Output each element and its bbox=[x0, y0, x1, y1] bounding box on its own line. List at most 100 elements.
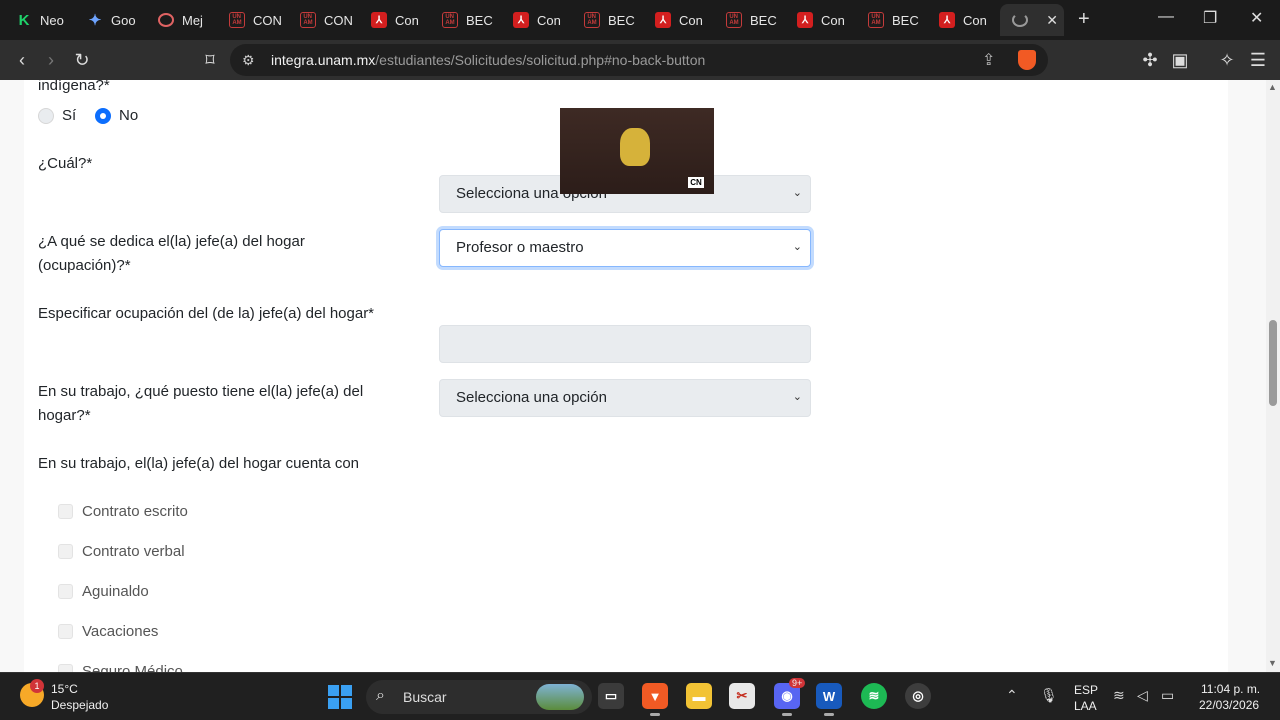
checkbox-contrato-escrito[interactable] bbox=[58, 504, 73, 519]
close-window-icon[interactable]: ✕ bbox=[1250, 8, 1263, 28]
tab-12[interactable]: ⅄ Con bbox=[785, 4, 853, 36]
unam-icon: UN AM bbox=[229, 12, 245, 28]
url-host: integra.unam.mx bbox=[271, 52, 376, 68]
pdf-icon: ⅄ bbox=[939, 12, 955, 28]
unam-icon: UN AM bbox=[584, 12, 600, 28]
checkbox-label: Contrato escrito bbox=[82, 503, 188, 520]
indigena-label: indígena?* bbox=[38, 80, 110, 94]
pdf-icon: ⅄ bbox=[655, 12, 671, 28]
volume-icon[interactable]: ◁ bbox=[1137, 687, 1148, 704]
snipping-tool-icon[interactable]: ✂ bbox=[729, 683, 755, 709]
search-highlight-image bbox=[536, 684, 584, 710]
microphone-icon[interactable]: 🎙 bbox=[1040, 687, 1058, 704]
search-icon: ⌕ bbox=[376, 687, 385, 704]
site-settings-icon[interactable]: ⚙ bbox=[242, 52, 255, 69]
url-text[interactable]: integra.unam.mx/estudiantes/Solicitudes/… bbox=[271, 52, 705, 68]
tab-11[interactable]: UN AM BEC bbox=[714, 4, 782, 36]
brave-shields-icon[interactable] bbox=[1018, 50, 1036, 70]
checkbox-aguinaldo[interactable] bbox=[58, 584, 73, 599]
wallet-icon[interactable]: ▣ bbox=[1169, 49, 1191, 71]
forward-icon[interactable]: › bbox=[40, 49, 62, 71]
tab-7[interactable]: UN AM BEC bbox=[430, 4, 498, 36]
tab-label: BEC bbox=[892, 12, 919, 28]
weather-condition: Despejado bbox=[51, 698, 109, 712]
tab-4[interactable]: UN AM CON bbox=[217, 4, 285, 36]
especificar-input[interactable] bbox=[439, 325, 811, 363]
checkbox-contrato-verbal[interactable] bbox=[58, 544, 73, 559]
chevron-down-icon: ⌄ bbox=[792, 391, 802, 403]
tab-1[interactable]: K Neo bbox=[4, 4, 72, 36]
tab-label: Con bbox=[395, 12, 419, 28]
loading-spinner-icon bbox=[1012, 13, 1028, 27]
share-icon[interactable]: ⇪ bbox=[982, 50, 995, 70]
back-icon[interactable]: ‹ bbox=[11, 49, 33, 71]
address-bar[interactable]: ⚙ integra.unam.mx/estudiantes/Solicitude… bbox=[230, 44, 1048, 76]
weather-badge: 1 bbox=[30, 679, 44, 693]
especificar-label: Especificar ocupación del (de la) jefe(a… bbox=[38, 305, 375, 322]
scroll-thumb[interactable] bbox=[1269, 320, 1277, 406]
brave-browser-icon[interactable]: ▼ bbox=[642, 683, 668, 716]
windows-start-icon[interactable] bbox=[328, 685, 352, 709]
cartoon-character-image bbox=[620, 128, 650, 166]
obs-icon[interactable]: ◎ bbox=[905, 683, 931, 709]
minimize-icon[interactable]: — bbox=[1158, 8, 1174, 26]
camera-icon bbox=[158, 13, 174, 27]
file-explorer-icon[interactable]: ▬ bbox=[686, 683, 712, 709]
bookmark-icon[interactable]: ⌑ bbox=[199, 49, 221, 71]
ocupacion-label-1: ¿A qué se dedica el(la) jefe(a) del hoga… bbox=[38, 233, 305, 250]
tab-3[interactable]: Mej bbox=[146, 4, 214, 36]
tab-10[interactable]: ⅄ Con bbox=[643, 4, 711, 36]
word-icon[interactable]: W bbox=[816, 683, 842, 716]
radio-si-label: Sí bbox=[62, 107, 77, 124]
tab-active[interactable]: ✕ bbox=[1000, 4, 1064, 36]
menu-icon[interactable]: ☰ bbox=[1247, 49, 1269, 71]
scroll-down-icon[interactable]: ▼ bbox=[1268, 658, 1277, 668]
tab-5[interactable]: UN AM CON bbox=[288, 4, 356, 36]
checkbox-label: Vacaciones bbox=[82, 623, 159, 640]
wifi-icon[interactable]: ≋ bbox=[1113, 687, 1125, 704]
tab-label: Con bbox=[963, 12, 987, 28]
radio-no[interactable] bbox=[95, 108, 111, 124]
tab-9[interactable]: UN AM BEC bbox=[572, 4, 640, 36]
page-scrollbar[interactable]: ▲ ▼ bbox=[1266, 80, 1280, 672]
tab-label: BEC bbox=[750, 12, 777, 28]
taskbar-search[interactable]: ⌕ Buscar bbox=[366, 680, 592, 714]
restore-icon[interactable]: ❐ bbox=[1203, 8, 1217, 28]
reload-icon[interactable]: ↻ bbox=[71, 49, 93, 71]
picture-in-picture-video[interactable]: CN bbox=[560, 108, 714, 194]
extensions-icon[interactable]: ✣ bbox=[1139, 49, 1161, 71]
cuenta-con-label: En su trabajo, el(la) jefe(a) del hogar … bbox=[38, 455, 360, 472]
checkbox-label: Contrato verbal bbox=[82, 543, 185, 560]
spotify-icon[interactable]: ≋ bbox=[861, 683, 887, 709]
new-tab-button[interactable]: + bbox=[1078, 8, 1090, 31]
clock-date[interactable]: 22/03/2026 bbox=[1199, 698, 1259, 712]
tab-6[interactable]: ⅄ Con bbox=[359, 4, 427, 36]
language-indicator[interactable]: ESP bbox=[1074, 683, 1098, 697]
unam-icon: UN AM bbox=[726, 12, 742, 28]
close-tab-icon[interactable]: ✕ bbox=[1046, 12, 1058, 29]
ocupacion-select[interactable]: Profesor o maestro ⌄ bbox=[439, 229, 811, 267]
tab-8[interactable]: ⅄ Con bbox=[501, 4, 569, 36]
keyboard-layout-indicator[interactable]: LAA bbox=[1074, 699, 1097, 713]
tab-2[interactable]: ✦ Goo bbox=[75, 4, 143, 36]
scroll-up-icon[interactable]: ▲ bbox=[1268, 82, 1277, 92]
pdf-icon: ⅄ bbox=[513, 12, 529, 28]
tab-label: Goo bbox=[111, 12, 136, 28]
show-hidden-icons-icon[interactable]: ⌃ bbox=[1006, 687, 1018, 704]
leo-ai-icon[interactable]: ✧ bbox=[1216, 49, 1238, 71]
checkbox-vacaciones[interactable] bbox=[58, 624, 73, 639]
puesto-label-2: hogar?* bbox=[38, 407, 91, 424]
task-view-icon[interactable]: ▭ bbox=[598, 683, 624, 709]
tab-label: BEC bbox=[466, 12, 493, 28]
tab-label: Con bbox=[821, 12, 845, 28]
unam-icon: UN AM bbox=[868, 12, 884, 28]
tab-14[interactable]: ⅄ Con bbox=[927, 4, 995, 36]
clock-time[interactable]: 11:04 p. m. bbox=[1201, 682, 1260, 696]
radio-si[interactable] bbox=[38, 108, 54, 124]
battery-icon[interactable]: ▭ bbox=[1161, 687, 1174, 704]
checkbox-label: Seguro Médico bbox=[82, 663, 183, 672]
discord-badge: 9+ bbox=[789, 678, 806, 688]
puesto-select[interactable]: Selecciona una opción ⌄ bbox=[439, 379, 811, 417]
checkbox-seguro-medico[interactable] bbox=[58, 664, 73, 672]
tab-13[interactable]: UN AM BEC bbox=[856, 4, 924, 36]
